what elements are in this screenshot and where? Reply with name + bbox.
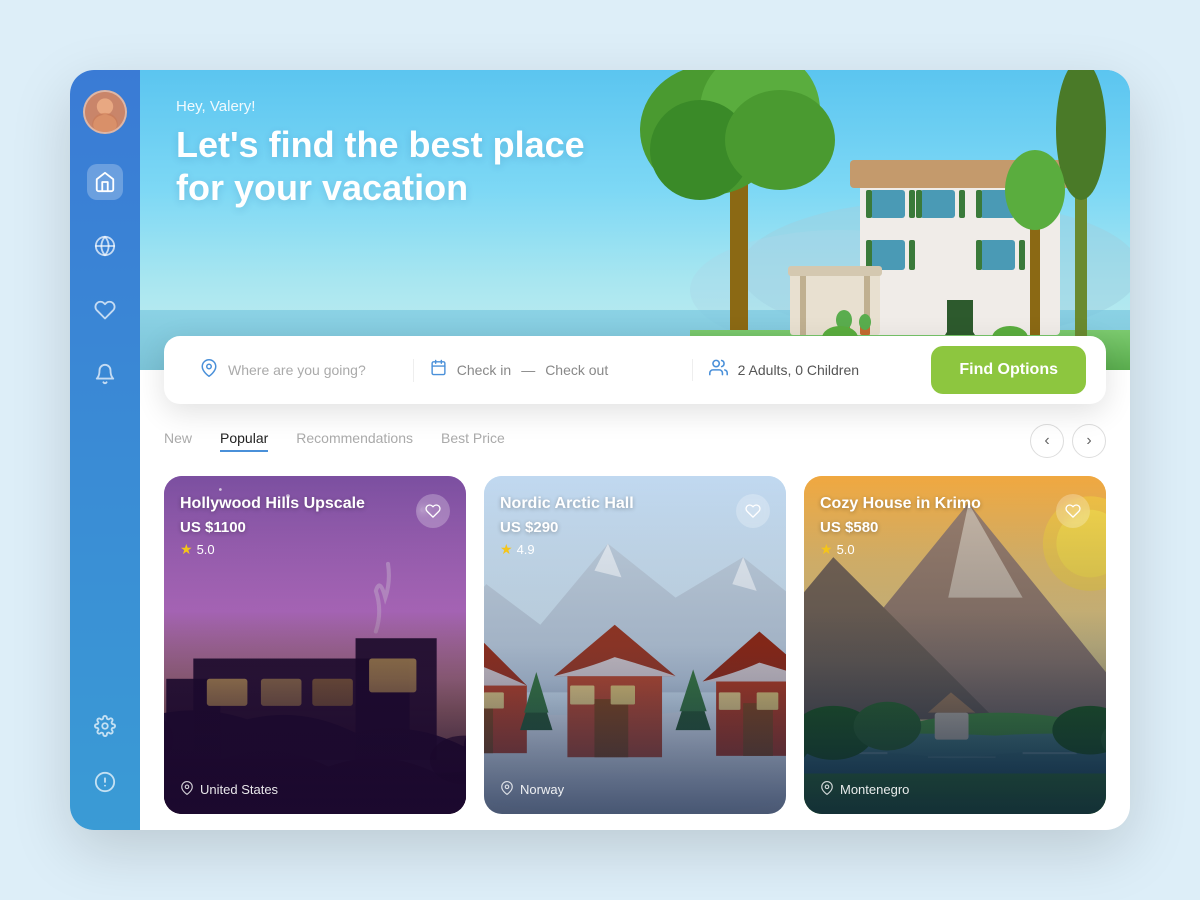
app-container: Hey, Valery! Let's find the best place f…: [70, 70, 1130, 830]
dates-field[interactable]: Check in — Check out: [414, 359, 693, 381]
location-field[interactable]: Where are you going?: [184, 359, 414, 382]
card1-location: United States: [200, 782, 278, 797]
card1-price: US $1100: [180, 519, 365, 536]
find-options-button[interactable]: Find Options: [931, 346, 1086, 394]
card3-bottom: Montenegro: [820, 781, 1090, 798]
card2-location-pin-icon: [500, 781, 514, 798]
hero-greeting: Hey, Valery!: [176, 98, 585, 115]
card2-name: Nordic Arctic Hall: [500, 494, 634, 515]
tab-popular[interactable]: Popular: [220, 430, 268, 452]
card1-info: Hollywood Hills Upscale US $1100 ★ 5.0: [180, 494, 365, 558]
date-separator: —: [521, 362, 535, 378]
sidebar-item-settings[interactable]: [87, 708, 123, 744]
card2-top: Nordic Arctic Hall US $290 ★ 4.9: [500, 494, 770, 558]
card3-top: Cozy House in Krimo US $580 ★ 5.0: [820, 494, 1090, 558]
tab-recommendations[interactable]: Recommendations: [296, 430, 413, 452]
card3-content: Cozy House in Krimo US $580 ★ 5.0: [804, 476, 1106, 814]
prev-button[interactable]: ‹: [1030, 424, 1064, 458]
sidebar-bottom: [87, 708, 123, 800]
cards-row: Hollywood Hills Upscale US $1100 ★ 5.0: [164, 476, 1106, 814]
card1-content: Hollywood Hills Upscale US $1100 ★ 5.0: [164, 476, 466, 814]
card3-favorite-button[interactable]: [1056, 494, 1090, 528]
guests-icon: [709, 358, 728, 382]
card1-location-pin-icon: [180, 781, 194, 798]
tab-navigation: ‹ ›: [1030, 424, 1106, 458]
sidebar-item-favorites[interactable]: [87, 292, 123, 328]
card3-location-pin-icon: [820, 781, 834, 798]
card3-name: Cozy House in Krimo: [820, 494, 981, 515]
card2-bottom: Norway: [500, 781, 770, 798]
search-bar: Where are you going? Check in — Check ou…: [164, 336, 1106, 404]
card-nordic-arctic[interactable]: Nordic Arctic Hall US $290 ★ 4.9: [484, 476, 786, 814]
card1-star-icon: ★: [180, 541, 193, 558]
card2-location: Norway: [520, 782, 564, 797]
card3-star-icon: ★: [820, 541, 833, 558]
card2-info: Nordic Arctic Hall US $290 ★ 4.9: [500, 494, 634, 558]
card3-rating: ★ 5.0: [820, 541, 981, 558]
sidebar-item-info[interactable]: [87, 764, 123, 800]
card2-favorite-button[interactable]: [736, 494, 770, 528]
card3-info: Cozy House in Krimo US $580 ★ 5.0: [820, 494, 981, 558]
sidebar-item-explore[interactable]: [87, 228, 123, 264]
card1-favorite-button[interactable]: [416, 494, 450, 528]
location-pin-icon: [200, 359, 218, 382]
hero-section: Hey, Valery! Let's find the best place f…: [140, 70, 1130, 370]
guests-field[interactable]: 2 Adults, 0 Children: [693, 358, 922, 382]
location-placeholder: Where are you going?: [228, 362, 366, 378]
card-hollywood-hills[interactable]: Hollywood Hills Upscale US $1100 ★ 5.0: [164, 476, 466, 814]
card2-content: Nordic Arctic Hall US $290 ★ 4.9: [484, 476, 786, 814]
card3-rating-value: 5.0: [837, 542, 855, 557]
guests-label: 2 Adults, 0 Children: [738, 362, 859, 378]
avatar[interactable]: [83, 90, 127, 134]
tabs-row: New Popular Recommendations Best Price ‹…: [164, 424, 1106, 458]
card1-top: Hollywood Hills Upscale US $1100 ★ 5.0: [180, 494, 450, 558]
card3-location: Montenegro: [840, 782, 909, 797]
card2-star-icon: ★: [500, 541, 513, 558]
card1-rating: ★ 5.0: [180, 541, 365, 558]
card2-price: US $290: [500, 519, 634, 536]
card2-rating-value: 4.9: [517, 542, 535, 557]
card2-rating: ★ 4.9: [500, 541, 634, 558]
sidebar-item-notifications[interactable]: [87, 356, 123, 392]
card1-name: Hollywood Hills Upscale: [180, 494, 365, 515]
tab-best-price[interactable]: Best Price: [441, 430, 505, 452]
card1-bottom: United States: [180, 781, 450, 798]
sidebar-nav: [87, 164, 123, 708]
checkout-label: Check out: [545, 362, 608, 378]
tab-new[interactable]: New: [164, 430, 192, 452]
next-button[interactable]: ›: [1072, 424, 1106, 458]
sidebar: [70, 70, 140, 830]
listings-section: New Popular Recommendations Best Price ‹…: [140, 404, 1130, 830]
checkin-label: Check in: [457, 362, 511, 378]
card1-rating-value: 5.0: [197, 542, 215, 557]
card-montenegro[interactable]: Cozy House in Krimo US $580 ★ 5.0: [804, 476, 1106, 814]
card3-price: US $580: [820, 519, 981, 536]
sidebar-item-home[interactable]: [87, 164, 123, 200]
main-content: Hey, Valery! Let's find the best place f…: [140, 70, 1130, 830]
calendar-icon: [430, 359, 447, 381]
hero-title: Let's find the best place for your vacat…: [176, 123, 585, 209]
hero-text: Hey, Valery! Let's find the best place f…: [176, 98, 585, 209]
